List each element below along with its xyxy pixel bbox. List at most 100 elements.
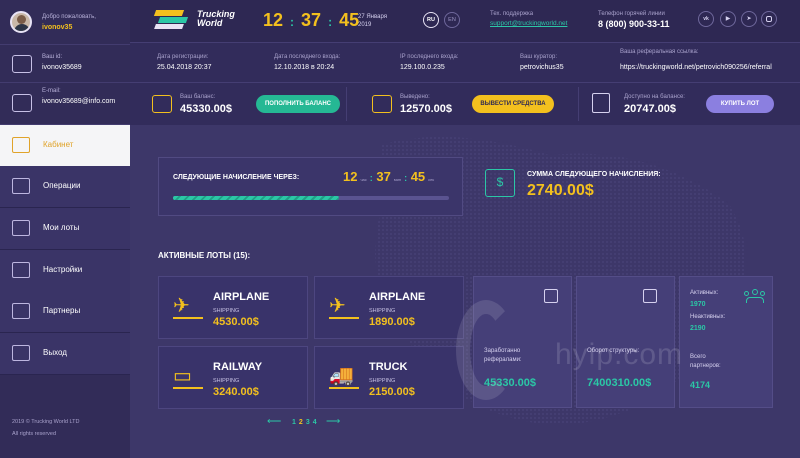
timer-seconds: 45: [410, 169, 426, 184]
lot-card[interactable]: 🚚 TRUCK SHIPPING 2150.00$: [314, 346, 464, 409]
curator-label: Ваш куратор:: [520, 54, 558, 60]
timer-hours: 12: [343, 169, 358, 184]
lot-card[interactable]: ✈ AIRPLANE SHIPPING 4530.00$: [158, 276, 308, 339]
partners-card: Активных: 1970 Неактивных: 2190 Всего па…: [679, 276, 773, 408]
sidebar: Добро пожаловать, ivonov35 Ваш id: ivono…: [0, 0, 130, 458]
nav-item-2[interactable]: Мои лоты: [0, 208, 130, 250]
email-value: ivonov35689@info.com: [42, 98, 116, 105]
lot-name: AIRPLANE: [213, 291, 270, 303]
id-card-icon: [12, 55, 32, 73]
monitor-dollar-icon: $: [485, 169, 515, 197]
lang-ru-button[interactable]: RU: [423, 12, 439, 28]
copyright: 2019 © Trucking World LTD: [12, 419, 80, 425]
monitor-dollar-icon: [643, 289, 657, 303]
prev-page-arrow-icon[interactable]: ⟵: [267, 416, 281, 427]
lang-en-button[interactable]: EN: [444, 12, 460, 28]
watermark-text: hyip.com: [555, 338, 684, 371]
date: 27 Января 2019: [358, 13, 387, 29]
total-partners-label: Всего партнеров:: [690, 354, 721, 369]
ref-link[interactable]: https://truckingworld.net/petrovich09025…: [620, 64, 772, 71]
minutes-unit: мин: [393, 177, 402, 182]
nav-item-4[interactable]: Партнеры: [0, 291, 130, 333]
lot-card[interactable]: ✈ AIRPLANE SHIPPING 1890.00$: [314, 276, 464, 339]
page-link[interactable]: 1: [292, 419, 296, 426]
lot-price: 1890.00$: [369, 316, 415, 328]
nav-item-0[interactable]: Кабинет: [0, 125, 130, 167]
truck-icon: 🚚: [329, 365, 359, 389]
exit-icon: [12, 345, 30, 361]
support-label: Тех. поддержка: [490, 11, 534, 17]
email-icon: [12, 94, 32, 112]
page-link[interactable]: 2: [299, 419, 303, 426]
next-accrual-panel: СЛЕДУЮЩИЕ НАЧИСЛЕНИЕ ЧЕРЕЗ: 12 час: 37 мин…: [158, 157, 463, 216]
youtube-icon[interactable]: ▶: [720, 11, 736, 27]
balance-bar: Ваш баланс: 45330.00$ ПОПОЛНИТЬ БАЛАНС В…: [130, 83, 800, 125]
buy-lot-button[interactable]: КУПИТЬ ЛОТ: [706, 95, 774, 113]
withdrawn-value: 12570.00$: [400, 103, 452, 115]
active-label: Активных:: [690, 290, 719, 296]
next-page-arrow-icon[interactable]: ⟶: [326, 416, 340, 427]
cabinet-page: Добро пожаловать, ivonov35 Ваш id: ivono…: [0, 0, 800, 458]
ref-label: Ваша реферальная ссылка:: [620, 49, 699, 55]
chart-dollar-icon: [544, 289, 558, 303]
people-group-icon: [744, 289, 766, 303]
clock: 12:37:45: [263, 10, 360, 30]
available-label: Доступно на балансе:: [624, 94, 685, 100]
curator-value: petrovichus35: [520, 64, 564, 71]
active-lots-title: АКТИВНЫЕ ЛОТЫ (15):: [158, 251, 251, 260]
operations-icon: [12, 178, 30, 194]
brand-logo-icon[interactable]: [153, 10, 189, 30]
timer-minutes: 37: [376, 169, 391, 184]
username[interactable]: ivonov35: [42, 24, 72, 31]
last-login-value: 12.10.2018 в 20:24: [274, 64, 335, 71]
hotline-label: Телефон горячей линии: [598, 11, 665, 17]
lot-type: SHIPPING: [369, 378, 396, 384]
lot-card[interactable]: ▭ RAILWAY SHIPPING 3240.00$: [158, 346, 308, 409]
balance-label: Ваш баланс:: [180, 94, 216, 100]
lot-type: SHIPPING: [213, 308, 240, 314]
ip-label: IP последнего входа:: [400, 54, 459, 60]
nav-item-label: Партнеры: [43, 306, 81, 315]
vk-icon[interactable]: vk: [698, 11, 714, 27]
withdraw-icon: [372, 95, 392, 113]
withdraw-button[interactable]: ВЫВЕСТИ СРЕДСТВА: [472, 95, 554, 113]
telegram-icon[interactable]: ➤: [741, 11, 757, 27]
top-up-button[interactable]: ПОПОЛНИТЬ БАЛАНС: [256, 95, 340, 113]
lot-name: TRUCK: [369, 361, 408, 373]
support-email-link[interactable]: support@truckingworld.net: [490, 20, 567, 27]
withdrawn-label: Выведено:: [400, 94, 430, 100]
instagram-icon[interactable]: [761, 11, 777, 27]
date-line2: 2019: [358, 22, 372, 28]
user-email-block: E-mail: ivonov35689@info.com: [0, 83, 130, 125]
page-link[interactable]: 4: [313, 419, 317, 426]
active-value: 1970: [690, 301, 706, 308]
nav-item-1[interactable]: Операции: [0, 166, 130, 208]
brand-line2: World: [197, 18, 223, 28]
wallet-icon: [152, 95, 172, 113]
airplane-icon: ✈: [173, 295, 203, 319]
last-login-label: Дата последнего входа:: [274, 54, 341, 60]
next-accrual-label: СЛЕДУЮЩИЕ НАЧИСЛЕНИЕ ЧЕРЕЗ:: [173, 174, 300, 181]
settings-icon: [12, 262, 30, 278]
welcome-text: Добро пожаловать,: [42, 14, 96, 20]
id-value: ivonov35689: [42, 64, 82, 71]
clock-hours: 12: [263, 10, 284, 30]
total-partners-value: 4174: [690, 380, 711, 390]
balance-value: 45330.00$: [180, 103, 232, 115]
clock-minutes: 37: [301, 10, 322, 30]
lot-type: SHIPPING: [213, 378, 240, 384]
rights: All rights reserved: [12, 431, 57, 437]
next-sum-value: 2740.00$: [527, 182, 594, 199]
next-sum-panel: $ СУММА СЛЕДУЮЩЕГО НАЧИСЛЕНИЯ: 2740.00$: [478, 157, 773, 216]
nav-item-5[interactable]: Выход: [0, 333, 130, 375]
account-info-bar: Дата регистрации: 25.04.2018 20:37 Дата …: [130, 43, 800, 83]
lot-price: 4530.00$: [213, 316, 259, 328]
nav-item-3[interactable]: Настройки: [0, 250, 130, 292]
next-sum-label: СУММА СЛЕДУЮЩЕГО НАЧИСЛЕНИЯ:: [527, 171, 661, 178]
lot-name: RAILWAY: [213, 361, 263, 373]
page-link[interactable]: 3: [306, 419, 310, 426]
lot-type: SHIPPING: [369, 308, 396, 314]
email-label: E-mail:: [42, 88, 61, 94]
airplane-icon: ✈: [329, 295, 359, 319]
avatar[interactable]: [10, 11, 32, 33]
